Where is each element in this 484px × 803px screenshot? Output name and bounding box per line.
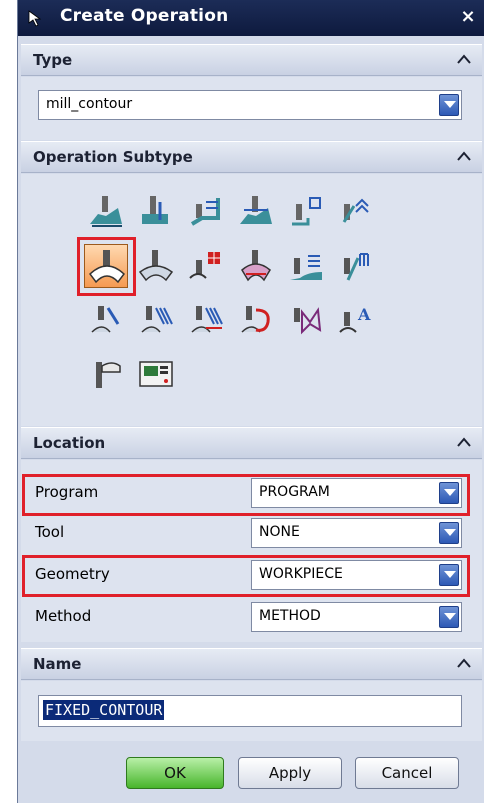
apply-button[interactable]: Apply xyxy=(238,757,342,789)
close-button[interactable]: × xyxy=(457,6,479,28)
flowcut-single-icon[interactable] xyxy=(84,298,128,342)
type-dropdown[interactable]: mill_contour xyxy=(38,90,462,120)
method-label: Method xyxy=(35,607,92,625)
flowcut-ref-tool-icon[interactable] xyxy=(184,298,228,342)
solid-profile-3d-icon[interactable] xyxy=(284,298,328,342)
name-section-header[interactable]: Name xyxy=(21,648,482,680)
zlevel-corner-icon[interactable] xyxy=(334,190,378,234)
chevron-up-icon[interactable] xyxy=(456,51,472,67)
cavity-mill-icon[interactable] xyxy=(84,190,128,234)
subtype-section-header[interactable]: Operation Subtype xyxy=(21,141,482,173)
operation-name-value: FIXED_CONTOUR xyxy=(43,700,165,720)
chevron-down-icon[interactable] xyxy=(439,522,459,544)
cancel-button[interactable]: Cancel xyxy=(355,757,459,789)
chevron-down-icon[interactable] xyxy=(439,606,459,628)
ok-button[interactable]: OK xyxy=(126,757,224,789)
cursor-icon xyxy=(28,10,42,27)
program-row-highlight xyxy=(22,474,470,516)
operation-name-input[interactable]: FIXED_CONTOUR xyxy=(38,695,462,727)
method-dropdown[interactable]: METHOD xyxy=(251,602,462,632)
location-section-label: Location xyxy=(33,434,106,452)
create-operation-dialog: Create Operation × Type mill_contour Ope… xyxy=(17,0,484,803)
chevron-up-icon[interactable] xyxy=(456,434,472,450)
plunge-milling-icon[interactable] xyxy=(134,190,178,234)
mill-control-icon[interactable] xyxy=(134,352,178,396)
chevron-up-icon[interactable] xyxy=(456,148,472,164)
geometry-row-highlight xyxy=(22,555,470,597)
type-section-label: Type xyxy=(33,51,73,69)
rest-milling-icon[interactable] xyxy=(234,190,278,234)
tool-dropdown-value: NONE xyxy=(259,524,300,540)
name-section-label: Name xyxy=(33,655,82,673)
contour-area-icon[interactable] xyxy=(134,244,178,288)
contour-surface-area-icon[interactable] xyxy=(184,244,228,288)
type-dropdown-value: mill_contour xyxy=(46,96,133,112)
tool-label: Tool xyxy=(35,523,65,541)
svg-text:A: A xyxy=(357,305,371,324)
corner-rough-icon[interactable] xyxy=(184,190,228,234)
window-title: Create Operation xyxy=(60,6,229,26)
contour-text-icon[interactable]: A xyxy=(334,298,378,342)
mill-user-icon[interactable] xyxy=(84,352,128,396)
location-section-body: Program PROGRAM Tool NONE Geometry WORKP… xyxy=(21,460,482,642)
location-section-header[interactable]: Location xyxy=(21,427,482,459)
contour-area-dir-steep-icon[interactable] xyxy=(334,244,378,288)
selected-icon-highlight xyxy=(77,237,136,296)
zlevel-profile-icon[interactable] xyxy=(284,190,328,234)
flowcut-multiple-icon[interactable] xyxy=(134,298,178,342)
method-dropdown-value: METHOD xyxy=(259,608,321,624)
chevron-down-icon[interactable] xyxy=(439,94,459,116)
subtype-section-body: A xyxy=(21,174,482,426)
subtype-section-label: Operation Subtype xyxy=(33,148,193,166)
title-bar[interactable]: Create Operation × xyxy=(18,0,484,36)
chevron-up-icon[interactable] xyxy=(456,655,472,671)
tool-dropdown[interactable]: NONE xyxy=(251,518,462,548)
contour-area-non-steep-icon[interactable] xyxy=(284,244,328,288)
flowcut-smooth-icon[interactable] xyxy=(234,298,278,342)
streamline-icon[interactable] xyxy=(234,244,278,288)
type-section-header[interactable]: Type xyxy=(21,44,482,76)
type-section-body: mill_contour xyxy=(21,77,482,140)
